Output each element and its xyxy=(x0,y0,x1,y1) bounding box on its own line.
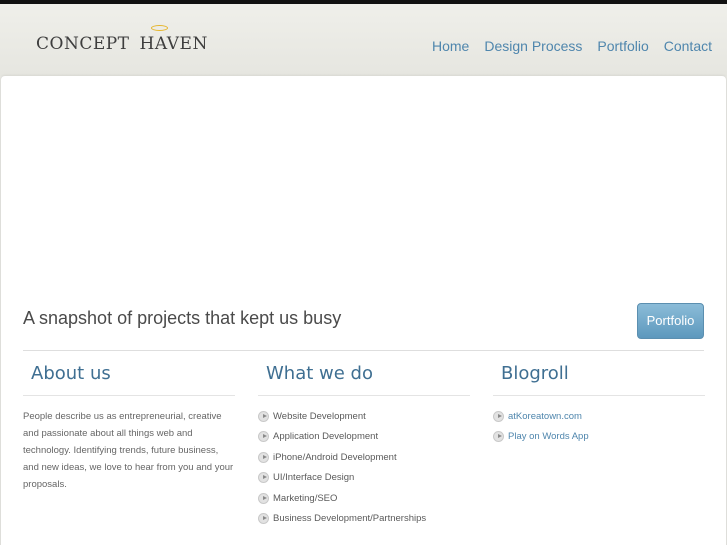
nav-design-process[interactable]: Design Process xyxy=(484,38,582,54)
list-item-label: Application Development xyxy=(273,431,379,443)
logo[interactable]: CONCEPT HAVEN xyxy=(36,25,208,54)
content-panel: A snapshot of projects that kept us busy… xyxy=(1,76,726,545)
blogroll-column: Blogroll atKoreatown.com Play on Words A… xyxy=(493,360,705,447)
about-text: People describe us as entrepreneurial, c… xyxy=(23,411,234,490)
about-column: About us People describe us as entrepren… xyxy=(23,360,235,493)
main-nav: Home Design Process Portfolio Contact xyxy=(432,38,712,54)
blogroll-link-atkoreatown[interactable]: atKoreatown.com xyxy=(508,411,582,422)
arrow-bullet-icon xyxy=(258,451,269,463)
page-tagline: A snapshot of projects that kept us busy xyxy=(23,308,342,328)
site-header: CONCEPT HAVEN Home Design Process Portfo… xyxy=(0,4,727,76)
list-item: UI/Interface Design xyxy=(258,468,470,489)
list-item-label: iPhone/Android Development xyxy=(273,451,397,463)
logo-word-haven: HAVEN xyxy=(139,25,208,54)
list-item: Business Development/Partnerships xyxy=(258,509,470,530)
logo-word-haven-text: HAVEN xyxy=(139,34,208,54)
list-item-label: Website Development xyxy=(273,410,366,422)
blogroll-link-play-on-words[interactable]: Play on Words App xyxy=(508,431,589,442)
list-item: atKoreatown.com xyxy=(493,406,705,427)
logo-word-concept: CONCEPT xyxy=(36,34,130,54)
about-heading: About us xyxy=(23,360,235,396)
list-item-label: Marketing/SEO xyxy=(273,492,338,504)
divider xyxy=(23,350,704,351)
arrow-bullet-icon xyxy=(493,431,504,443)
arrow-bullet-icon xyxy=(258,472,269,484)
services-column: What we do Website Development Applicati… xyxy=(258,360,470,529)
arrow-bullet-icon xyxy=(258,410,269,422)
portfolio-button[interactable]: Portfolio xyxy=(637,303,704,339)
list-item: Play on Words App xyxy=(493,427,705,448)
blogroll-list: atKoreatown.com Play on Words App xyxy=(493,406,705,447)
services-list: Website Development Application Developm… xyxy=(258,406,470,529)
arrow-bullet-icon xyxy=(258,431,269,443)
arrow-bullet-icon xyxy=(493,410,504,422)
list-item: Marketing/SEO xyxy=(258,488,470,509)
list-item: iPhone/Android Development xyxy=(258,447,470,468)
nav-home[interactable]: Home xyxy=(432,38,469,54)
list-item: Website Development xyxy=(258,406,470,427)
arrow-bullet-icon xyxy=(258,492,269,504)
blogroll-heading: Blogroll xyxy=(493,360,705,396)
nav-portfolio[interactable]: Portfolio xyxy=(597,38,648,54)
nav-contact[interactable]: Contact xyxy=(664,38,712,54)
list-item-label: Business Development/Partnerships xyxy=(273,513,427,525)
services-heading: What we do xyxy=(258,360,470,396)
list-item: Application Development xyxy=(258,427,470,448)
arrow-bullet-icon xyxy=(258,513,269,525)
halo-icon xyxy=(150,25,168,31)
list-item-label: UI/Interface Design xyxy=(273,472,355,484)
